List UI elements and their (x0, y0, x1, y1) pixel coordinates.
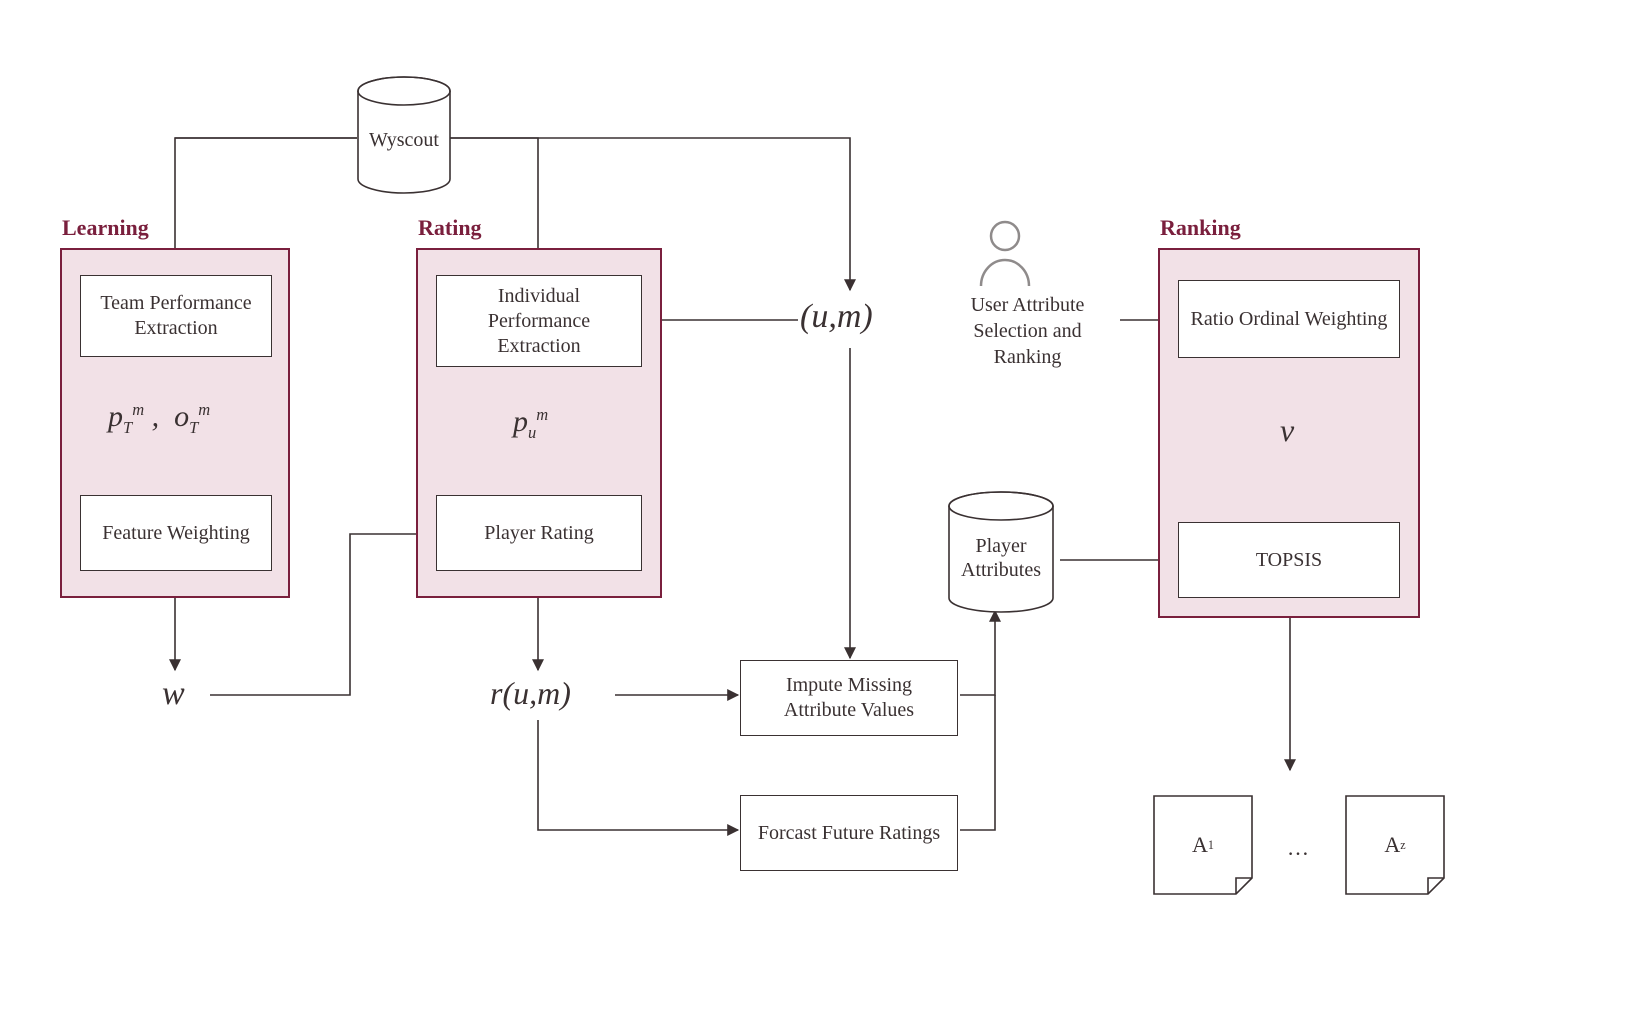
output-ellipsis: … (1287, 835, 1309, 861)
node-ratio-ordinal-weighting: Ratio Ordinal Weighting (1178, 280, 1400, 358)
node-player-rating: Player Rating (436, 495, 642, 571)
phase-label-learning: Learning (62, 215, 149, 241)
wyscout-label: Wyscout (369, 118, 439, 152)
node-topsis: TOPSIS (1178, 522, 1400, 598)
output-doc-first: A1 (1148, 790, 1258, 900)
symbol-r-um: r(u,m) (490, 675, 571, 712)
symbol-p-o-team: pTm , oTm (108, 400, 210, 438)
diagram-canvas: Wyscout Learning Team Performance Extrac… (0, 0, 1650, 1013)
node-team-performance-extraction: Team Performance Extraction (80, 275, 272, 357)
user-icon (975, 218, 1035, 288)
phase-label-ranking: Ranking (1160, 215, 1241, 241)
output-doc-last-sub: z (1400, 838, 1405, 853)
player-attributes-database: Player Attributes (946, 490, 1056, 615)
node-individual-performance-extraction: Individual Performance Extraction (436, 275, 642, 367)
symbol-w: w (162, 675, 185, 713)
symbol-p-user: pum (513, 405, 548, 443)
user-caption: User Attribute Selection and Ranking (940, 292, 1115, 370)
output-doc-first-sub: 1 (1208, 838, 1214, 853)
symbol-tuple-um: (u,m) (800, 298, 873, 336)
output-doc-last: Az (1340, 790, 1450, 900)
symbol-v: v (1280, 412, 1294, 449)
phase-label-rating: Rating (418, 215, 482, 241)
node-forecast-future-ratings: Forcast Future Ratings (740, 795, 958, 871)
wyscout-database: Wyscout (356, 75, 452, 195)
node-feature-weighting: Feature Weighting (80, 495, 272, 571)
player-attributes-label: Player Attributes (946, 524, 1056, 582)
node-impute-missing-attributes: Impute Missing Attribute Values (740, 660, 958, 736)
